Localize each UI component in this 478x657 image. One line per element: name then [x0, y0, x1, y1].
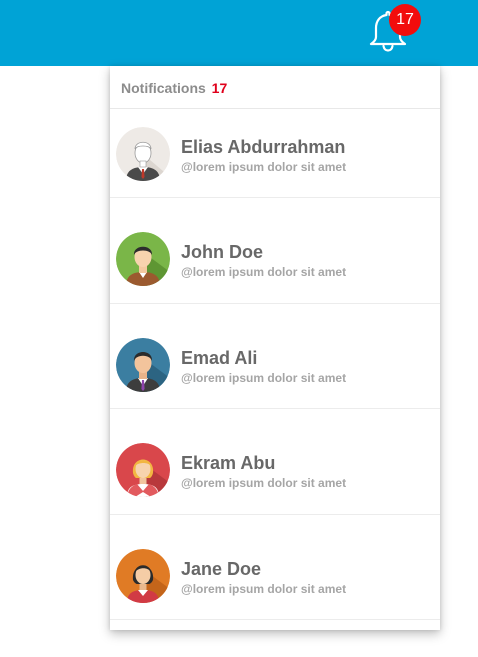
- avatar: [116, 443, 170, 497]
- woman-avatar-orange-icon: [116, 549, 170, 603]
- notification-count-badge: 17: [389, 4, 421, 36]
- notifications-count: 17: [211, 80, 228, 96]
- avatar: [116, 338, 170, 392]
- notification-subtitle: @lorem ipsum dolor sit amet: [181, 582, 347, 596]
- notification-subtitle: @lorem ipsum dolor sit amet: [181, 160, 347, 174]
- man-avatar-blue-icon: [116, 338, 170, 392]
- notification-name: Elias Abdurrahman: [181, 137, 346, 157]
- notifications-title: Notifications: [121, 80, 206, 96]
- notification-item[interactable]: John Doe @lorem ipsum dolor sit amet: [110, 198, 440, 304]
- notification-item[interactable]: Emad Ali @lorem ipsum dolor sit amet: [110, 304, 440, 409]
- notifications-header: Notifications 17: [110, 66, 440, 109]
- man-avatar-green-icon: [116, 232, 170, 286]
- notification-name: Jane Doe: [181, 559, 262, 579]
- notification-subtitle: @lorem ipsum dolor sit amet: [181, 265, 347, 279]
- avatar: [116, 232, 170, 286]
- woman-avatar-red-icon: [116, 443, 170, 497]
- notification-name: Emad Ali: [181, 348, 258, 368]
- notification-name: John Doe: [181, 242, 264, 262]
- notification-item[interactable]: Jane Doe @lorem ipsum dolor sit amet: [110, 515, 440, 620]
- top-bar: 17: [0, 0, 478, 66]
- man-avatar-sketch-icon: [116, 127, 170, 181]
- notification-item[interactable]: Ekram Abu @lorem ipsum dolor sit amet: [110, 409, 440, 515]
- notification-subtitle: @lorem ipsum dolor sit amet: [181, 371, 347, 385]
- notification-item[interactable]: Elias Abdurrahman @lorem ipsum dolor sit…: [110, 109, 440, 198]
- notification-name: Ekram Abu: [181, 453, 276, 473]
- notifications-dropdown: Notifications 17 Elias Abdurrahman @lore…: [110, 66, 440, 630]
- avatar: [116, 549, 170, 603]
- notification-subtitle: @lorem ipsum dolor sit amet: [181, 476, 347, 490]
- avatar: [116, 127, 170, 181]
